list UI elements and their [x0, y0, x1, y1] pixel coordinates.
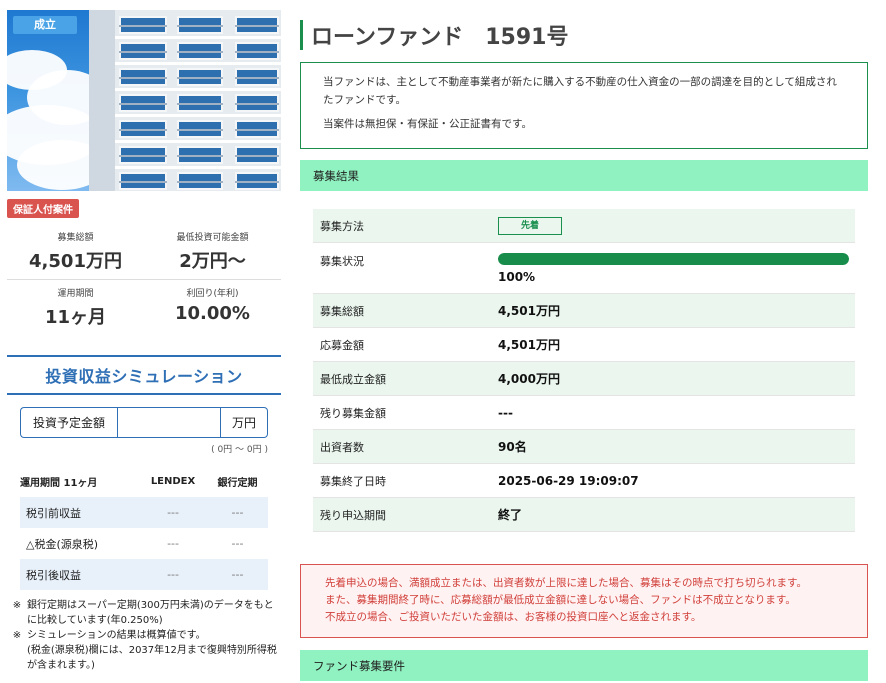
warning-notice: 先着申込の場合、満額成立または、出資者数が上限に達した場合、募集はその時点で打ち… — [300, 564, 868, 638]
stat-min-investment: 最低投資可能金額 2万円〜 — [176, 233, 249, 272]
progress-text: 100% — [498, 270, 536, 284]
table-row: 出資者数 90名 — [313, 430, 855, 464]
simulation-header: 投資収益シミュレーション — [7, 355, 281, 395]
note-sub: (税金(源泉税)欄には、2037年12月まで復興特別所得税が含まれます。) — [27, 645, 277, 671]
fund-description: 当ファンドは、主として不動産事業者が新たに購入する不動産の仕入資金の一部の調達を… — [300, 62, 868, 149]
progress-bar — [498, 253, 849, 265]
table-row: △税金(源泉税) --- --- — [26, 537, 244, 551]
investment-amount-input[interactable] — [117, 407, 221, 438]
investment-amount-label: 投資予定金額 — [20, 407, 117, 438]
stat-total-amount: 募集総額 4,501万円 — [29, 233, 122, 272]
table-row: 募集方法 先着 — [313, 209, 855, 243]
simulation-table: 運用期間 11ヶ月 LENDEX 銀行定期 税引前収益 --- --- △税金(… — [20, 465, 268, 590]
table-row: 残り申込期間 終了 — [313, 498, 855, 532]
investment-amount-group: 投資予定金額 万円 — [20, 407, 268, 438]
results-table: 募集方法 先着 募集状況 100% 募集総額 4,501万円 応募金額 4,50… — [313, 209, 855, 532]
table-row: 募集総額 4,501万円 — [313, 294, 855, 328]
stat-period: 運用期間 11ヶ月 — [44, 289, 107, 328]
table-row: 税引前収益 --- --- — [20, 497, 268, 528]
property-photo: 成立 — [7, 10, 281, 191]
requirements-section-header: ファンド募集要件 — [300, 650, 868, 681]
guarantor-tag: 保証人付案件 — [7, 199, 79, 218]
fund-number: 1591号 — [485, 25, 569, 50]
results-section-header: 募集結果 — [300, 160, 868, 191]
simulation-title: 投資収益シミュレーション — [45, 367, 243, 386]
note-item: ※ シミュレーションの結果は概算値です。 — [12, 630, 206, 641]
table-row: 税引後収益 --- --- — [20, 559, 268, 590]
fund-stats: 募集総額 4,501万円 最低投資可能金額 2万円〜 運用期間 11ヶ月 利回り… — [7, 224, 281, 335]
amount-range-note: ( 0円 〜 0円 ) — [211, 445, 268, 455]
stat-yield: 利回り(年利) 10.00% — [175, 289, 250, 324]
right-column: ローンファンド 1591号 当ファンドは、主として不動産事業者が新たに購入する不… — [300, 20, 868, 681]
table-row: 応募金額 4,501万円 — [313, 328, 855, 362]
first-come-badge: 先着 — [498, 216, 562, 235]
table-row: 最低成立金額 4,000万円 — [313, 362, 855, 396]
progress-fill — [498, 253, 849, 265]
table-row: 募集終了日時 2025-06-29 19:09:07 — [313, 464, 855, 498]
investment-amount-unit: 万円 — [221, 407, 268, 438]
table-header: 運用期間 11ヶ月 LENDEX 銀行定期 — [20, 475, 258, 489]
table-row: 残り募集金額 --- — [313, 396, 855, 430]
note-item: ※ 銀行定期はスーパー定期(300万円未満)のデータをもとに比較しています(年0… — [12, 600, 274, 626]
left-column: 成立 保証人付案件 募集総額 4,501万円 最低投資可能金額 2万円〜 運用期… — [7, 10, 281, 673]
page-title: ローンファンド 1591号 — [300, 20, 868, 50]
status-badge: 成立 — [13, 16, 77, 34]
simulation-notes: ※ 銀行定期はスーパー定期(300万円未満)のデータをもとに比較しています(年0… — [7, 598, 281, 673]
table-row: 募集状況 100% — [313, 243, 855, 294]
fund-name: ローンファンド — [311, 25, 464, 50]
